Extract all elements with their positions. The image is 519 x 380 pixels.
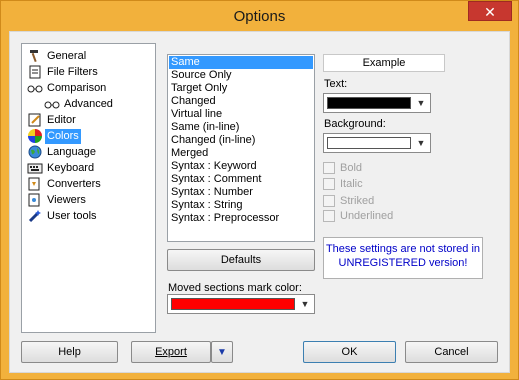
tree-item-file-filters[interactable]: File Filters [27,64,100,80]
glasses-icon [27,80,43,96]
category-tree[interactable]: General File Filters Comparison Advanced [21,43,156,333]
export-button[interactable]: Export [131,341,211,363]
chevron-down-icon[interactable]: ▼ [414,97,428,109]
tree-item-advanced[interactable]: Advanced [44,96,115,112]
defaults-button[interactable]: Defaults [167,249,315,271]
tree-item-keyboard[interactable]: Keyboard [27,160,96,176]
window-title: Options [233,8,286,25]
globe-icon [27,144,43,160]
export-button-label: Export [155,346,187,358]
viewer-icon [27,192,43,208]
list-item-merged[interactable]: Merged [169,147,313,160]
moved-sections-color-combo[interactable]: ▼ [167,294,315,314]
tree-item-general[interactable]: General [27,48,88,64]
list-item-virtual-line[interactable]: Virtual line [169,108,313,121]
list-item-same-inline[interactable]: Same (in-line) [169,121,313,134]
tree-item-editor[interactable]: Editor [27,112,78,128]
converter-icon [27,176,43,192]
notice-line-1: These settings are not stored in [325,243,481,255]
list-item-changed[interactable]: Changed [169,95,313,108]
chevron-down-icon[interactable]: ▼ [414,137,428,149]
list-item-syntax-keyword[interactable]: Syntax : Keyword [169,160,313,173]
registration-notice: These settings are not stored in UNREGIS… [323,237,483,279]
text-color-label: Text: [324,78,348,90]
list-item-changed-inline[interactable]: Changed (in-line) [169,134,313,147]
list-item-same[interactable]: Same [169,56,313,69]
italic-checkbox[interactable]: Italic [323,177,363,191]
checkbox-box [323,195,335,207]
title-bar[interactable]: Options ✕ [1,1,518,31]
close-button[interactable]: ✕ [468,1,512,21]
background-color-combo[interactable]: ▼ [323,133,431,153]
hammer-icon [27,48,43,64]
ok-button[interactable]: OK [303,341,396,363]
tree-item-colors[interactable]: Colors [27,128,81,144]
list-item-syntax-string[interactable]: Syntax : String [169,199,313,212]
options-window: Options ✕ General File Filters Compariso… [0,0,519,380]
notice-line-2: UNREGISTERED version! [338,257,468,269]
list-item-source-only[interactable]: Source Only [169,69,313,82]
help-button[interactable]: Help [21,341,118,363]
tree-item-user-tools[interactable]: User tools [27,208,99,224]
moved-sections-color-swatch [171,298,295,310]
background-color-label: Background: [324,118,386,130]
striked-checkbox[interactable]: Striked [323,194,374,208]
checkbox-box [323,210,335,222]
document-icon [27,64,43,80]
list-item-syntax-preprocessor[interactable]: Syntax : Preprocessor [169,212,313,225]
example-preview: Example [323,54,445,72]
checkbox-box [323,178,335,190]
close-icon: ✕ [484,4,496,20]
color-wheel-icon [27,128,43,144]
moved-sections-label: Moved sections mark color: [168,282,302,294]
bold-checkbox[interactable]: Bold [323,161,362,175]
list-item-target-only[interactable]: Target Only [169,82,313,95]
glasses-icon [44,96,60,112]
wand-icon [27,208,43,224]
export-dropdown-button[interactable]: ▼ [211,341,233,363]
keyboard-icon [27,160,43,176]
list-item-syntax-comment[interactable]: Syntax : Comment [169,173,313,186]
checkbox-box [323,162,335,174]
underlined-checkbox[interactable]: Underlined [323,209,393,223]
chevron-down-icon[interactable]: ▼ [298,298,312,310]
tree-item-converters[interactable]: Converters [27,176,103,192]
pencil-icon [27,112,43,128]
list-item-syntax-number[interactable]: Syntax : Number [169,186,313,199]
dialog-client-area: General File Filters Comparison Advanced [9,31,510,373]
sections-listbox[interactable]: Same Source Only Target Only Changed Vir… [167,54,315,242]
chevron-down-icon: ▼ [217,347,227,358]
text-color-swatch [327,97,411,109]
text-color-combo[interactable]: ▼ [323,93,431,113]
cancel-button[interactable]: Cancel [405,341,498,363]
background-color-swatch [327,137,411,149]
tree-item-comparison[interactable]: Comparison [27,80,108,96]
tree-item-viewers[interactable]: Viewers [27,192,88,208]
tree-item-language[interactable]: Language [27,144,98,160]
